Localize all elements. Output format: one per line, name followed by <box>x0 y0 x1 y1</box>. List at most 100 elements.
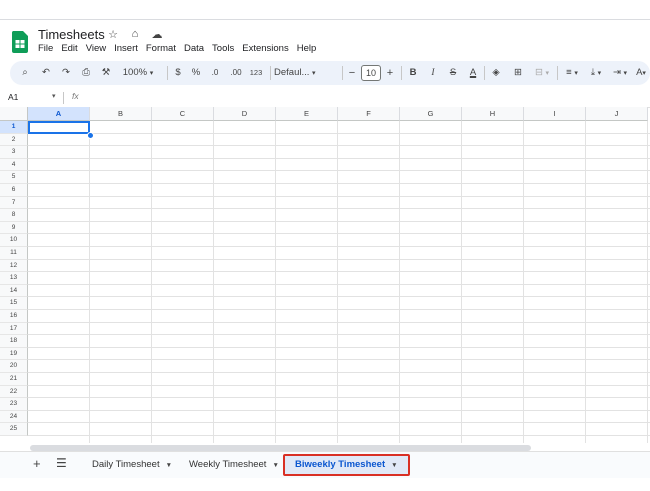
percent-format-button[interactable]: % <box>190 61 202 85</box>
print-icon[interactable]: ⎙ <box>79 61 93 85</box>
italic-icon[interactable]: I <box>426 61 440 85</box>
vertical-align-icon[interactable]: ⤓ ▾ <box>585 61 607 85</box>
select-all-corner[interactable] <box>0 107 28 121</box>
menu-data[interactable]: Data <box>184 43 204 54</box>
move-folder-icon[interactable]: ⌂ <box>128 28 142 41</box>
strikethrough-icon[interactable]: S <box>446 61 460 85</box>
row-header[interactable]: 22 <box>0 385 28 399</box>
column-header[interactable]: I <box>524 107 586 121</box>
menu-extensions[interactable]: Extensions <box>242 43 288 54</box>
text-wrapping-icon[interactable]: ⇥ ▾ <box>609 61 631 85</box>
row-header[interactable]: 11 <box>0 247 28 260</box>
row-header[interactable]: 7 <box>0 196 28 210</box>
menu-file[interactable]: File <box>38 43 53 54</box>
sheet-tab-label: Daily Timesheet <box>92 459 160 470</box>
selected-cell[interactable] <box>28 121 90 134</box>
row-header[interactable]: 3 <box>0 146 28 159</box>
undo-icon[interactable]: ↶ <box>39 61 53 85</box>
sheet-tab-daily-timesheet[interactable]: Daily Timesheet ▼ <box>92 459 172 470</box>
grid-line <box>28 384 650 386</box>
decrease-font-size-icon[interactable]: − <box>347 61 357 85</box>
currency-format-button[interactable]: $ <box>172 61 184 85</box>
row-header[interactable]: 19 <box>0 347 28 361</box>
search-menus-icon[interactable]: ⌕ <box>18 61 32 85</box>
row-header[interactable]: 10 <box>0 234 28 247</box>
add-sheet-icon[interactable]: + <box>33 456 41 471</box>
column-header[interactable]: A <box>28 107 90 121</box>
menu-view[interactable]: View <box>86 43 106 54</box>
menu-help[interactable]: Help <box>297 43 317 54</box>
sheets-logo-icon[interactable] <box>12 31 28 53</box>
column-header[interactable]: D <box>214 107 276 121</box>
function-icon: fx <box>72 91 79 101</box>
decrease-decimal-button[interactable]: .0 <box>208 61 222 85</box>
column-header[interactable]: H <box>462 107 524 121</box>
row-header[interactable]: 13 <box>0 272 28 285</box>
sheet-tab-biweekly-timesheet[interactable]: Biweekly Timesheet ▼ <box>283 454 410 476</box>
toolbar-divider <box>557 66 558 80</box>
menu-insert[interactable]: Insert <box>114 43 138 54</box>
sheet-tab-bar: + ☰ Daily Timesheet ▼ Weekly Timesheet ▼ B… <box>0 451 650 478</box>
column-header[interactable]: E <box>276 107 338 121</box>
row-header[interactable]: 15 <box>0 297 28 310</box>
zoom-select[interactable]: 100% ▾ <box>118 61 158 85</box>
grid-line <box>28 334 650 336</box>
redo-icon[interactable]: ↷ <box>59 61 73 85</box>
column-header[interactable]: J <box>586 107 648 121</box>
document-title[interactable]: Timesheets <box>38 27 105 42</box>
chevron-down-icon[interactable]: ▼ <box>272 462 278 469</box>
chevron-down-icon[interactable]: ▼ <box>166 462 172 469</box>
row-header[interactable]: 4 <box>0 158 28 172</box>
grid-line <box>28 435 650 436</box>
text-color-icon[interactable]: A <box>466 61 480 85</box>
row-header[interactable]: 20 <box>0 360 28 373</box>
row-header[interactable]: 17 <box>0 322 28 336</box>
paint-format-icon[interactable]: ⚒ <box>99 61 113 85</box>
more-formats-button[interactable]: 123 <box>248 61 264 85</box>
fill-handle[interactable] <box>87 132 94 139</box>
sheet-tab-label: Weekly Timesheet <box>189 459 267 470</box>
grid-line <box>28 132 650 134</box>
fill-color-icon[interactable]: ◈ <box>489 61 503 85</box>
row-header[interactable]: 18 <box>0 335 28 348</box>
menu-tools[interactable]: Tools <box>212 43 234 54</box>
grid-line <box>585 121 586 443</box>
star-icon[interactable]: ☆ <box>106 28 120 41</box>
cloud-status-icon[interactable]: ☁ <box>150 28 164 41</box>
row-header[interactable]: 16 <box>0 310 28 323</box>
chevron-down-icon[interactable]: ▼ <box>391 462 397 469</box>
row-header[interactable]: 24 <box>0 410 28 424</box>
row-header[interactable]: 8 <box>0 209 28 222</box>
bold-icon[interactable]: B <box>406 61 420 85</box>
increase-font-size-icon[interactable]: + <box>384 61 396 85</box>
text-rotation-icon[interactable]: A▾ <box>632 61 650 85</box>
borders-icon[interactable]: ⊞ <box>511 61 525 85</box>
increase-decimal-button[interactable]: .00 <box>228 61 244 85</box>
sheet-tab-weekly-timesheet[interactable]: Weekly Timesheet ▼ <box>189 459 279 470</box>
menu-edit[interactable]: Edit <box>61 43 77 54</box>
chevron-down-icon[interactable]: ▾ <box>52 92 56 100</box>
column-header[interactable]: F <box>338 107 400 121</box>
row-header[interactable]: 12 <box>0 259 28 273</box>
zoom-value: 100% <box>122 67 148 78</box>
column-header[interactable]: G <box>400 107 462 121</box>
row-header[interactable]: 9 <box>0 221 28 235</box>
name-box[interactable]: A1 <box>8 92 18 102</box>
horizontal-align-icon[interactable]: ≡ ▾ <box>561 61 583 85</box>
row-header[interactable]: 21 <box>0 373 28 386</box>
column-header[interactable]: C <box>152 107 214 121</box>
row-header[interactable]: 25 <box>0 423 28 436</box>
font-size-input[interactable]: 10 <box>361 65 381 81</box>
spreadsheet-grid[interactable]: A B C D E F G H I J 1 2 3 4 5 6 7 8 9 10 11 12 13 14 15 16 17 18 19 2… <box>0 107 650 443</box>
font-select[interactable]: Defaul... ▾ <box>274 61 338 85</box>
row-header[interactable]: 2 <box>0 133 28 147</box>
column-header[interactable]: B <box>90 107 152 121</box>
row-header[interactable]: 23 <box>0 398 28 411</box>
all-sheets-menu-icon[interactable]: ☰ <box>56 456 67 470</box>
row-header[interactable]: 1 <box>0 121 28 134</box>
menu-format[interactable]: Format <box>146 43 176 54</box>
row-header[interactable]: 5 <box>0 171 28 184</box>
merge-cells-icon[interactable]: ⊟ ▾ <box>531 61 553 85</box>
row-header[interactable]: 6 <box>0 184 28 197</box>
row-header[interactable]: 14 <box>0 284 28 298</box>
